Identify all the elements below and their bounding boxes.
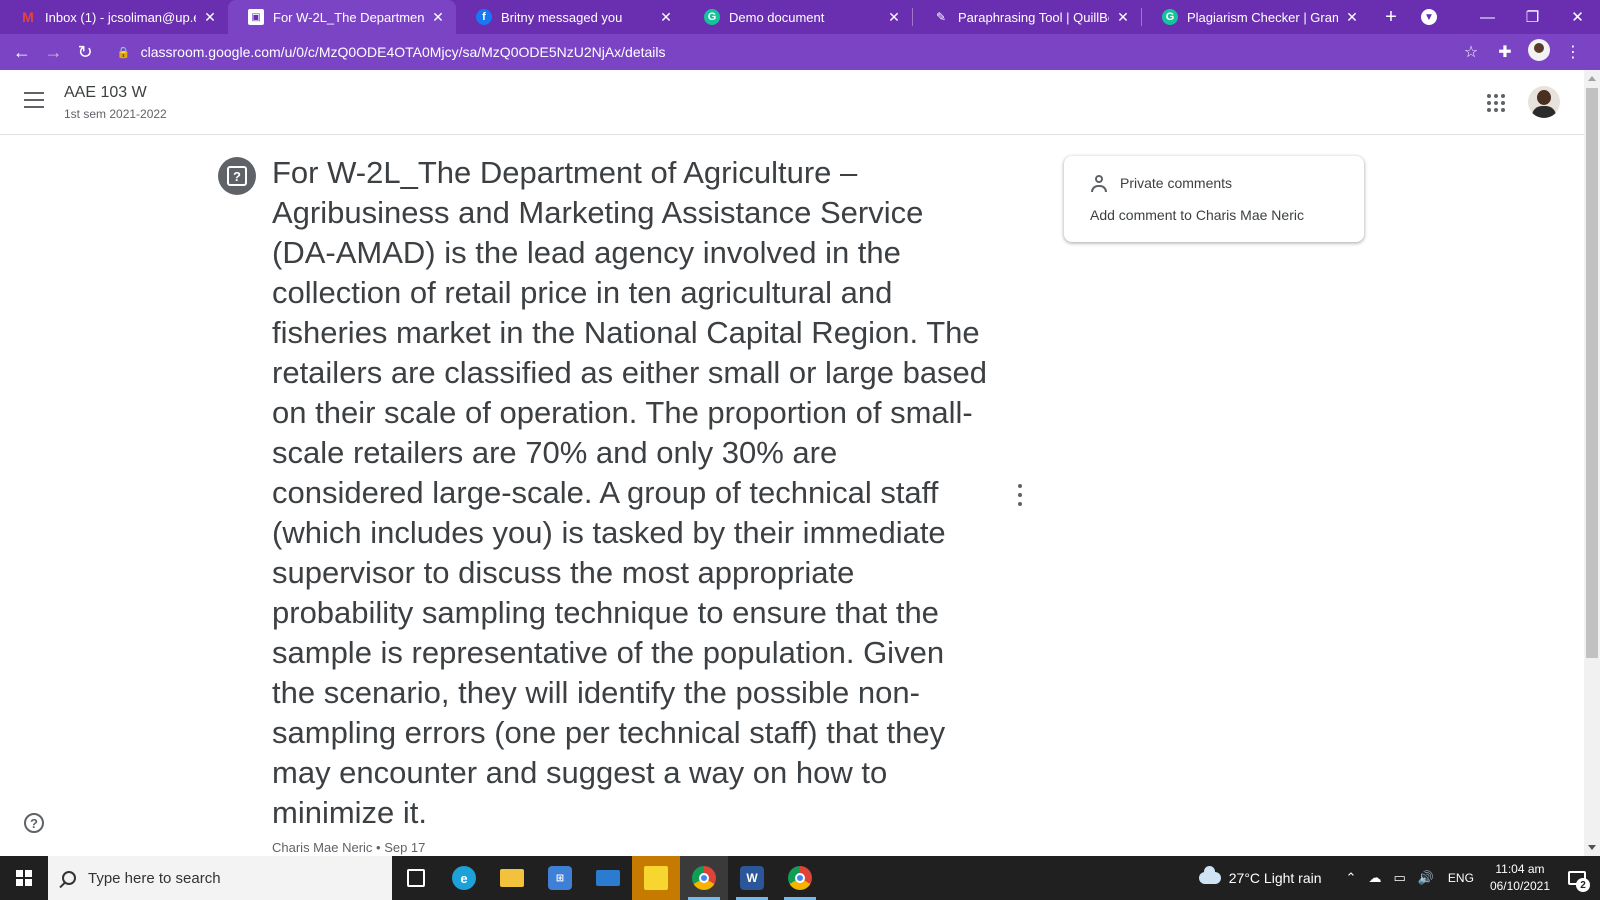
- question-text: For W-2L_The Department of Agriculture –…: [272, 155, 988, 830]
- language-indicator[interactable]: ENG: [1448, 871, 1474, 885]
- close-icon[interactable]: ✕: [886, 9, 902, 26]
- taskbar-edge[interactable]: e: [440, 856, 488, 900]
- taskbar-chrome-profile[interactable]: [776, 856, 824, 900]
- course-subtitle: 1st sem 2021-2022: [64, 107, 167, 121]
- page-scrollbar[interactable]: [1584, 70, 1600, 856]
- rain-cloud-icon: [1198, 866, 1221, 884]
- tab-grammarly-plagiarism[interactable]: G Plagiarism Checker | Grammarly ✕: [1142, 0, 1370, 34]
- tab-demo-document[interactable]: G Demo document ✕: [684, 0, 912, 34]
- taskbar-file-explorer[interactable]: [488, 856, 536, 900]
- reload-icon[interactable]: ↻: [69, 42, 101, 63]
- question-meta: Charis Mae Neric • Sep 17: [272, 840, 426, 855]
- task-view-icon: [407, 869, 425, 887]
- store-icon: ⊞: [548, 866, 572, 890]
- minimize-icon[interactable]: —: [1465, 9, 1510, 26]
- tab-title: Inbox (1) - jcsoliman@up.edu.ph: [45, 9, 196, 25]
- windows-logo-icon: [16, 870, 32, 886]
- private-comments-card: Private comments Add comment to Charis M…: [1064, 156, 1364, 242]
- notification-center-button[interactable]: 2: [1562, 856, 1592, 900]
- taskbar-word[interactable]: W: [728, 856, 776, 900]
- tab-title: Paraphrasing Tool | QuillBot AI: [958, 9, 1109, 25]
- url-text: classroom.google.com/u/0/c/MzQ0ODE4OTA0M…: [140, 44, 666, 60]
- close-icon[interactable]: ✕: [202, 9, 218, 26]
- grammarly-icon: G: [1162, 9, 1178, 25]
- new-tab-button[interactable]: +: [1376, 0, 1406, 34]
- search-icon: [62, 871, 76, 885]
- taskbar-store[interactable]: ⊞: [536, 856, 584, 900]
- tab-quillbot[interactable]: ✎ Paraphrasing Tool | QuillBot AI ✕: [913, 0, 1141, 34]
- browser-toolbar: ← → ↻ 🔒 classroom.google.com/u/0/c/MzQ0O…: [0, 34, 1600, 70]
- tab-title: Demo document: [729, 9, 825, 25]
- tab-title: For W-2L_The Department of Agriculture: [273, 9, 424, 25]
- scroll-down-icon[interactable]: [1588, 845, 1596, 850]
- quillbot-icon: ✎: [935, 10, 947, 24]
- chrome-icon: [692, 866, 716, 890]
- tab-gmail-inbox[interactable]: M Inbox (1) - jcsoliman@up.edu.ph ✕: [0, 0, 228, 34]
- windows-taskbar: Type here to search e ⊞ W 27°C Light rai…: [0, 856, 1600, 900]
- window-controls: ▼ — ❐ ✕: [1421, 0, 1600, 34]
- start-button[interactable]: [0, 856, 48, 900]
- task-view-button[interactable]: [392, 856, 440, 900]
- tab-facebook[interactable]: f Britny messaged you ✕: [456, 0, 684, 34]
- close-icon[interactable]: ✕: [1344, 9, 1360, 26]
- window-close-icon[interactable]: ✕: [1555, 8, 1600, 26]
- account-avatar[interactable]: [1528, 86, 1560, 118]
- notification-count: 2: [1576, 878, 1590, 892]
- system-tray: 27°C Light rain ⌃ ☁ ▭ 🔊 ENG 11:04 am 06/…: [1198, 856, 1600, 900]
- lock-icon: 🔒: [116, 46, 131, 59]
- help-icon[interactable]: ?: [24, 813, 44, 833]
- classroom-icon: ▣: [248, 9, 264, 25]
- close-icon[interactable]: ✕: [1115, 9, 1131, 26]
- clock-date: 06/10/2021: [1489, 879, 1550, 893]
- private-comments-title: Private comments: [1120, 175, 1233, 191]
- grammarly-icon: G: [704, 9, 720, 25]
- restore-icon[interactable]: ❐: [1510, 8, 1555, 26]
- taskbar-mail[interactable]: [584, 856, 632, 900]
- chrome-icon: [788, 866, 812, 890]
- edge-icon: e: [452, 866, 476, 890]
- course-title[interactable]: AAE 103 W: [64, 84, 147, 102]
- onedrive-cloud-icon[interactable]: ☁: [1368, 870, 1381, 886]
- main-menu-icon[interactable]: [24, 92, 44, 108]
- folder-icon: [500, 869, 524, 887]
- mail-icon: [596, 870, 620, 886]
- address-bar[interactable]: 🔒 classroom.google.com/u/0/c/MzQ0ODE4OTA…: [107, 38, 1454, 66]
- browser-menu-icon[interactable]: ⋮: [1556, 42, 1590, 62]
- forward-arrow-icon[interactable]: →: [38, 42, 70, 63]
- volume-icon[interactable]: 🔊: [1418, 870, 1434, 886]
- weather-widget[interactable]: 27°C Light rain: [1198, 866, 1322, 886]
- word-icon: W: [740, 866, 764, 890]
- facebook-icon: f: [476, 9, 492, 25]
- tab-title: Plagiarism Checker | Grammarly: [1187, 9, 1338, 25]
- extensions-puzzle-icon[interactable]: ✚: [1488, 42, 1522, 62]
- close-icon[interactable]: ✕: [658, 9, 674, 26]
- weather-text: 27°C Light rain: [1228, 870, 1322, 886]
- add-comment-button[interactable]: Add comment to Charis Mae Neric: [1090, 207, 1304, 223]
- clock[interactable]: 11:04 am 06/10/2021: [1490, 861, 1550, 895]
- browser-tab-strip: M Inbox (1) - jcsoliman@up.edu.ph ✕ ▣ Fo…: [0, 0, 1600, 34]
- tab-title: Britny messaged you: [501, 9, 623, 25]
- chevron-up-icon[interactable]: ⌃: [1346, 870, 1357, 886]
- scrollbar-thumb[interactable]: [1586, 88, 1598, 658]
- classroom-header: AAE 103 W 1st sem 2021-2022: [0, 70, 1584, 135]
- tab-search-icon[interactable]: ▼: [1421, 9, 1437, 25]
- person-icon: [1090, 174, 1108, 192]
- bookmark-star-icon[interactable]: ☆: [1454, 42, 1488, 62]
- taskbar-chrome[interactable]: [680, 856, 728, 900]
- tab-classroom-question[interactable]: ▣ For W-2L_The Department of Agriculture…: [228, 0, 456, 34]
- taskbar-sticky-notes[interactable]: [632, 856, 680, 900]
- question-icon: ?: [218, 157, 256, 195]
- profile-icon[interactable]: [1522, 38, 1556, 66]
- clock-time: 11:04 am: [1495, 862, 1545, 876]
- google-apps-icon[interactable]: [1487, 94, 1505, 112]
- network-icon[interactable]: ▭: [1393, 870, 1405, 886]
- more-options-icon[interactable]: [1012, 484, 1028, 506]
- taskbar-search-placeholder: Type here to search: [88, 869, 221, 887]
- scroll-up-icon[interactable]: [1588, 76, 1596, 81]
- back-arrow-icon[interactable]: ←: [6, 42, 38, 63]
- gmail-icon: M: [22, 9, 34, 25]
- close-icon[interactable]: ✕: [430, 9, 446, 26]
- sticky-notes-icon: [644, 866, 668, 890]
- taskbar-search-box[interactable]: Type here to search: [48, 856, 392, 900]
